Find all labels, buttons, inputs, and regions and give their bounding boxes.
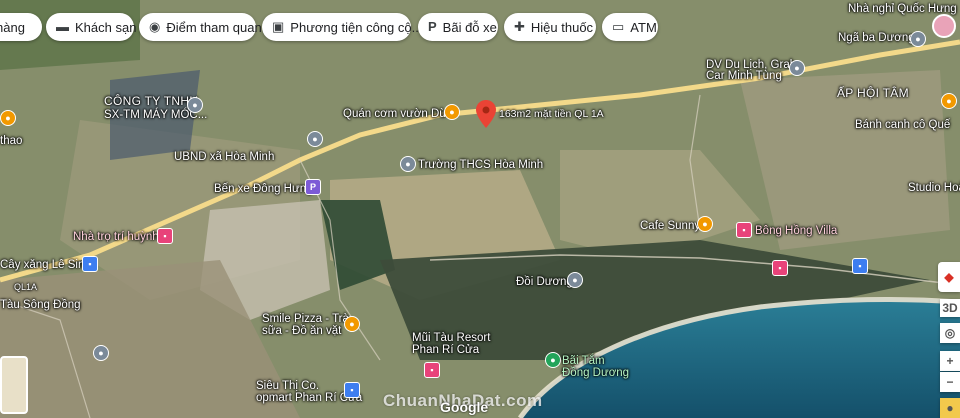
chip-parking[interactable]: P Bãi đỗ xe (418, 13, 498, 41)
place-pin-icon[interactable]: ● (93, 345, 109, 361)
villa-pin-icon[interactable]: ▪ (736, 222, 752, 238)
chip-transit-label: Phương tiện công cộ... (290, 19, 423, 35)
place-label-school[interactable]: Trường THCS Hòa Minh (418, 159, 543, 172)
bed-icon: ▬ (56, 19, 69, 34)
shop-pin-icon[interactable]: ▪ (852, 258, 868, 274)
place-label-travel-2[interactable]: Car Minh Tùng (706, 70, 782, 83)
place-label-thao[interactable]: thao (0, 135, 22, 148)
chip-restaurant[interactable]: hàng (0, 13, 42, 41)
place-label-pizza-2[interactable]: sữa - Đồ ăn vặt (262, 325, 341, 338)
place-label-bus-station[interactable]: Bến xe Đông Hưng (214, 183, 312, 196)
my-location-icon[interactable]: ◎ (940, 323, 960, 343)
hill-pin-icon[interactable]: ● (567, 272, 583, 288)
cafe-pin-icon[interactable]: ● (697, 216, 713, 232)
chip-atm-label: ATM (630, 19, 657, 35)
place-label-noodle[interactable]: Bánh canh cô Quế (855, 119, 950, 132)
google-logo: Google (440, 399, 489, 415)
chip-hotels[interactable]: ▬ Khách sạn (46, 13, 137, 41)
view-3d-button[interactable]: 3D (940, 299, 960, 317)
restaurant-icon[interactable]: ● (0, 110, 16, 126)
selected-location-pin-icon[interactable] (476, 100, 496, 128)
street-view-pegman-icon[interactable]: ● (940, 398, 960, 418)
parking-pin-icon[interactable]: P (305, 179, 321, 195)
category-chip-bar: hàng ▬ Khách sạn ◉ Điểm tham quan ▣ Phương … (0, 13, 960, 43)
gas-station-pin-icon[interactable]: ▪ (82, 256, 98, 272)
place-label-ubnd[interactable]: UBND xã Hòa Minh (174, 151, 274, 164)
place-label-quan-com[interactable]: Quán cơm vườn Dừa (343, 108, 453, 121)
pharmacy-icon: ✚ (514, 19, 525, 34)
view-3d-label: 3D (942, 301, 958, 315)
place-label-resort-2[interactable]: Phan Rí Cửa (412, 344, 479, 357)
noodle-shop-pin-icon[interactable]: ● (941, 93, 957, 109)
layers-toggle-thumbnail[interactable] (0, 356, 28, 414)
motel-pin-icon[interactable]: ▪ (157, 228, 173, 244)
chip-attractions[interactable]: ◉ Điểm tham quan (139, 13, 262, 41)
camera-icon: ◉ (149, 19, 161, 34)
zoom-in-button[interactable]: + (940, 351, 960, 371)
hotel-pin-icon[interactable]: ▪ (772, 260, 788, 276)
school-pin-icon[interactable]: ● (307, 131, 323, 147)
beach-pin-icon[interactable]: ● (545, 352, 561, 368)
road-label-ql1a: QL1A (14, 282, 38, 292)
chip-parking-label: Bãi đỗ xe (442, 19, 497, 35)
place-label-beach-2[interactable]: Đồng Dương (562, 367, 629, 380)
chip-pharmacy[interactable]: ✚ Hiệu thuốc (504, 13, 596, 41)
place-label-gas-station[interactable]: Cây xăng Lê Sinh (0, 259, 91, 272)
user-avatar[interactable] (932, 14, 956, 38)
satellite-imagery (0, 0, 960, 418)
place-label-intersection[interactable]: Ngã ba Dương (838, 32, 915, 45)
atm-icon: ▭ (612, 19, 625, 34)
chip-transit[interactable]: ▣ Phương tiện công cộ... (262, 13, 422, 41)
intersection-pin-icon[interactable]: ● (910, 31, 926, 47)
pizza-pin-icon[interactable]: ● (344, 316, 360, 332)
place-label-doi-duong[interactable]: Đồi Dương (516, 276, 573, 289)
place-label-studio[interactable]: Studio Hoà (908, 182, 960, 195)
supermarket-pin-icon[interactable]: ▪ (344, 382, 360, 398)
travel-pin-icon[interactable]: ● (789, 60, 805, 76)
resort-pin-icon[interactable]: ▪ (424, 362, 440, 378)
place-label-frontage[interactable]: 163m2 mặt tiền QL 1A (499, 108, 604, 121)
chip-pharmacy-label: Hiệu thuốc (530, 19, 594, 35)
bus-icon: ▣ (272, 19, 285, 34)
place-label-villa[interactable]: Bông Hồng Villa (755, 225, 837, 238)
company-pin-icon[interactable]: ● (187, 97, 203, 113)
area-label-hoi-tam: ẤP HỘI TÂM (837, 86, 909, 100)
place-label-cafe[interactable]: Cafe Sunny (640, 220, 700, 233)
place-label-song-dong[interactable]: Tàu Sông Đồng (0, 299, 81, 312)
school-pin-icon-2[interactable]: ● (400, 156, 416, 172)
place-label-motel[interactable]: Nhà trọ trí huỳnh (73, 231, 159, 244)
chip-hotels-label: Khách sạn (75, 19, 137, 35)
restaurant-pin-icon[interactable]: ● (444, 104, 460, 120)
chip-attractions-label: Điểm tham quan (166, 19, 262, 35)
compass-icon[interactable]: ◆ (938, 262, 960, 292)
zoom-out-button[interactable]: − (940, 372, 960, 392)
place-label-company[interactable]: CÔNG TY TNHH (104, 95, 198, 108)
chip-restaurant-label: hàng (0, 19, 25, 35)
chip-atm[interactable]: ▭ ATM (602, 13, 658, 41)
satellite-map[interactable]: hàng ▬ Khách sạn ◉ Điểm tham quan ▣ Phương … (0, 0, 960, 418)
parking-icon: P (428, 19, 437, 34)
